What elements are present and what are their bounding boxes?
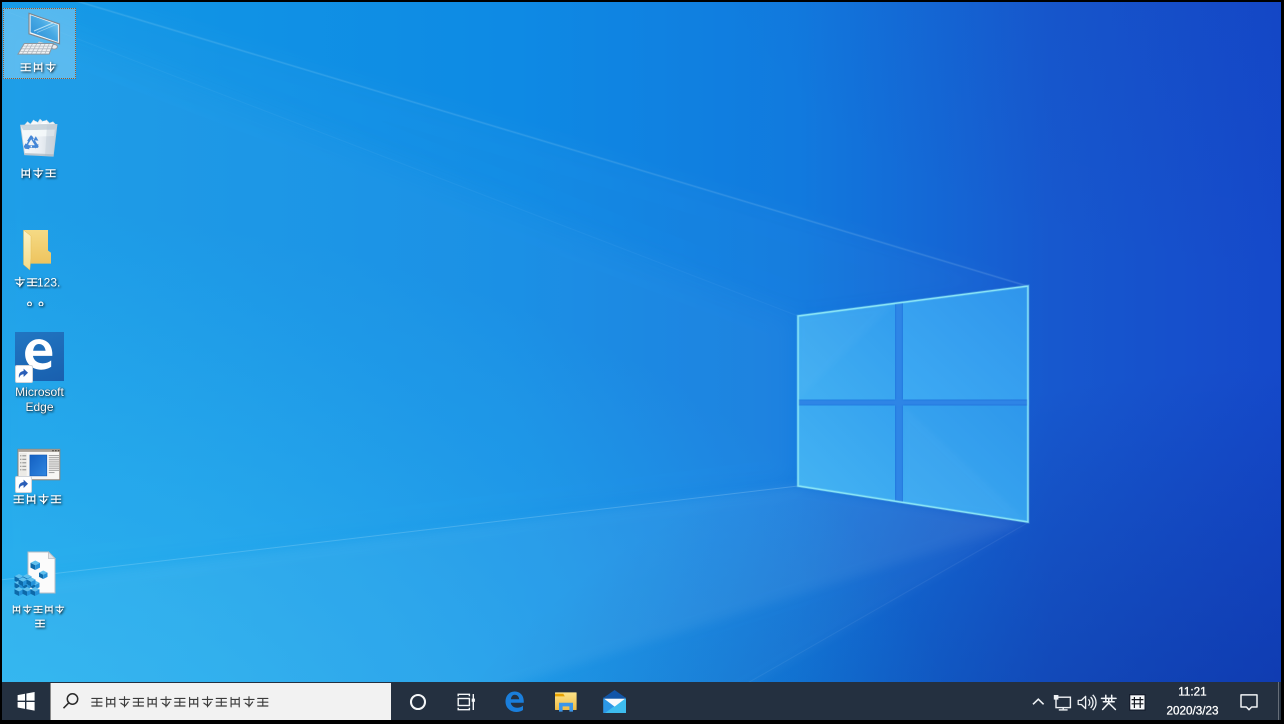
svg-text:2020/3/23: 2020/3/23 bbox=[1167, 705, 1219, 718]
svg-text:11:21: 11:21 bbox=[1178, 686, 1206, 699]
svg-text:123.: 123. bbox=[37, 276, 60, 289]
